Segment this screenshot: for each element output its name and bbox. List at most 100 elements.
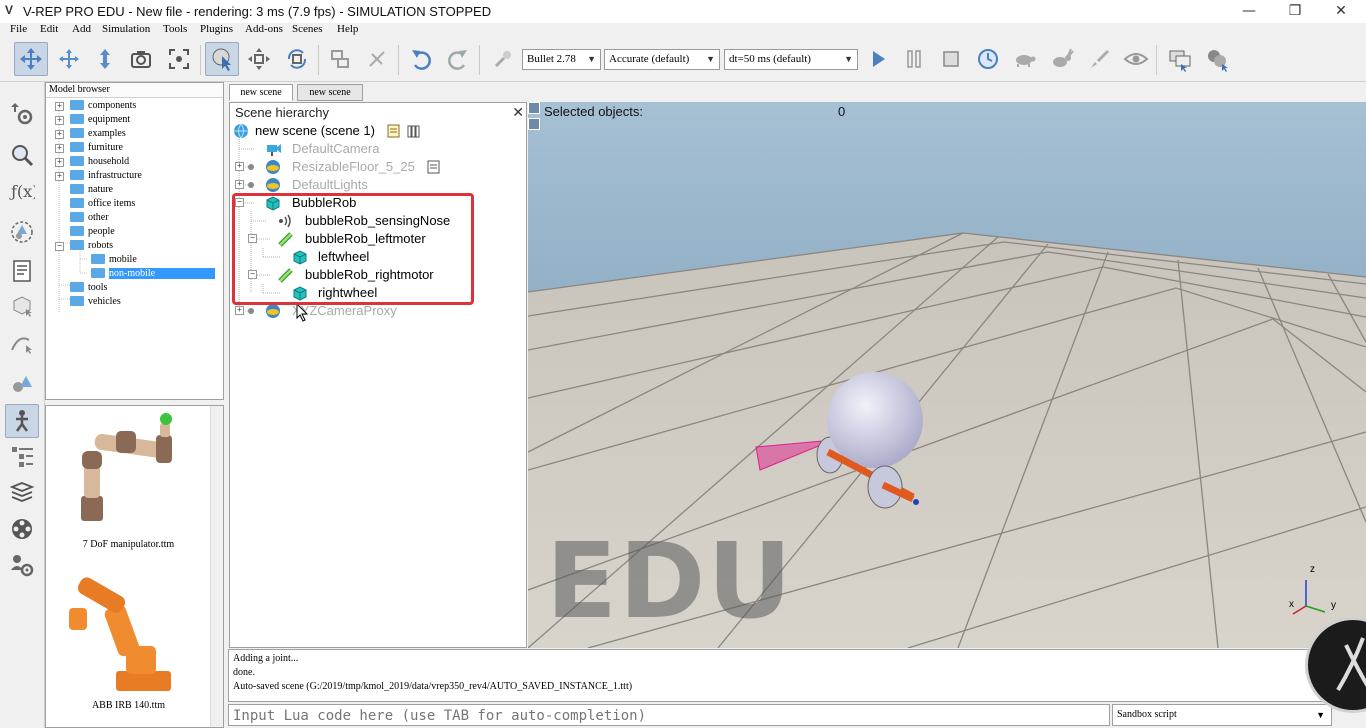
camera-shift-button[interactable] [88, 42, 122, 76]
menu-addons[interactable]: Add-ons [245, 23, 283, 35]
script-target-select[interactable]: Sandbox script ▼ [1112, 704, 1332, 726]
thumbnail-abb-irb-140[interactable] [61, 566, 191, 696]
thumbnails-scrollbar[interactable] [210, 406, 223, 727]
object-rotate-button[interactable] [280, 42, 314, 76]
threaded-rendering-button[interactable] [1083, 42, 1117, 76]
simulation-settings-button[interactable] [5, 96, 39, 130]
folder-infrastructure[interactable]: infrastructure [70, 169, 142, 183]
expand-equipment-icon[interactable]: + [55, 116, 64, 125]
folder-nature[interactable]: nature [70, 183, 113, 197]
scene-viewport[interactable]: Selected objects: 0 z x y EDU [528, 102, 1366, 648]
folder-robots[interactable]: robots [70, 239, 113, 253]
model-browser-toggle-button[interactable] [5, 404, 39, 438]
click-select-button[interactable] [205, 42, 239, 76]
menu-help[interactable]: Help [337, 23, 358, 35]
video-recorder-button[interactable] [5, 512, 39, 546]
expand-household-icon[interactable]: + [55, 158, 64, 167]
transfer-dna-button[interactable] [360, 42, 394, 76]
slower-button[interactable] [1008, 42, 1042, 76]
folder-equipment[interactable]: equipment [70, 113, 130, 127]
folder-furniture[interactable]: furniture [70, 141, 123, 155]
calculation-modules-button[interactable]: ƒ(x) [5, 174, 39, 208]
camera-pan-button[interactable] [14, 42, 48, 76]
model-base-icon [266, 160, 280, 174]
menu-edit[interactable]: Edit [40, 23, 58, 35]
scene-hierarchy-toggle-button[interactable] [5, 440, 39, 474]
assemble-button[interactable] [323, 42, 357, 76]
folder-mobile[interactable]: mobile [91, 253, 137, 267]
scene-selector-button[interactable] [1200, 42, 1234, 76]
edu-watermark: EDU [546, 520, 794, 642]
scene-object-properties-button[interactable] [5, 138, 39, 172]
accuracy-select[interactable]: Accurate (default) ▼ [604, 49, 720, 70]
folder-vehicles[interactable]: vehicles [70, 295, 121, 309]
minimize-button[interactable]: — [1226, 2, 1272, 22]
menu-add[interactable]: Add [72, 23, 91, 35]
page-menu-icon[interactable] [528, 118, 540, 130]
collapse-robots-icon[interactable]: − [55, 242, 64, 251]
close-window-button[interactable]: ✕ [1318, 2, 1364, 22]
path-edit-button[interactable] [5, 326, 39, 360]
folder-non-mobile[interactable]: non-mobile [91, 267, 216, 281]
menu-file[interactable]: File [10, 23, 27, 35]
expand-lights-icon[interactable]: + [235, 180, 244, 189]
faster-button[interactable] [1045, 42, 1079, 76]
real-time-button[interactable] [971, 42, 1005, 76]
script-page-icon[interactable] [386, 123, 402, 139]
undo-button[interactable] [404, 42, 438, 76]
lua-command-input[interactable] [228, 704, 1110, 726]
folder-tools[interactable]: tools [70, 281, 107, 295]
expand-examples-icon[interactable]: + [55, 130, 64, 139]
user-settings-button[interactable] [5, 548, 39, 582]
menu-scenes[interactable]: Scenes [292, 23, 323, 35]
physics-engine-select[interactable]: Bullet 2.78 ▼ [522, 49, 601, 70]
expand-furniture-icon[interactable]: + [55, 144, 64, 153]
menu-tools[interactable]: Tools [163, 23, 187, 35]
timestep-select[interactable]: dt=50 ms (default) ▼ [724, 49, 858, 70]
folder-examples[interactable]: examples [70, 127, 126, 141]
status-console: Adding a joint... done. Auto-saved scene… [228, 649, 1366, 702]
menu-plugins[interactable]: Plugins [200, 23, 233, 35]
menu-simulation[interactable]: Simulation [102, 23, 150, 35]
folder-office-items[interactable]: office items [70, 197, 135, 211]
shape-edit-button[interactable] [5, 288, 39, 322]
redo-button[interactable] [441, 42, 475, 76]
pointer-icon [212, 48, 231, 71]
maximize-button[interactable]: ❐ [1272, 2, 1318, 22]
scene-tab-1[interactable]: new scene [229, 84, 293, 101]
camera-rotate-button[interactable] [52, 42, 86, 76]
folder-people[interactable]: people [70, 225, 115, 239]
user-gear-icon [11, 555, 34, 577]
script-page-icon[interactable] [426, 159, 442, 175]
script-icon [13, 260, 31, 282]
scripts-button[interactable] [5, 254, 39, 288]
expand-components-icon[interactable]: + [55, 102, 64, 111]
object-shift-button[interactable] [242, 42, 276, 76]
scene-tab-2[interactable]: new scene [297, 84, 363, 101]
pause-simulation-button[interactable] [897, 42, 931, 76]
folder-components[interactable]: components [70, 99, 136, 113]
move-arrows-icon [20, 48, 42, 70]
layers-button[interactable] [5, 475, 39, 509]
model-dot-icon [248, 182, 254, 188]
folder-household[interactable]: household [70, 155, 129, 169]
start-simulation-button[interactable] [861, 42, 895, 76]
stop-simulation-button[interactable] [934, 42, 968, 76]
expand-infrastructure-icon[interactable]: + [55, 172, 64, 181]
fit-to-view-button[interactable] [162, 42, 196, 76]
view-menu-icon[interactable] [528, 102, 540, 114]
thumbnail-caption-7dof: 7 DoF manipulator.ttm [82, 539, 175, 550]
undo-icon [412, 50, 431, 70]
expand-cameraproxy-icon[interactable]: + [235, 306, 244, 315]
thumbnail-7dof-manipulator[interactable] [66, 411, 186, 536]
object-move-icon [248, 48, 270, 70]
collections-button[interactable] [5, 215, 39, 249]
customization-script-icon[interactable] [406, 123, 422, 139]
visualization-toggle-button[interactable] [1119, 42, 1153, 76]
folder-other[interactable]: other [70, 211, 109, 225]
dynamics-toggle-button[interactable] [486, 42, 520, 76]
expand-floor-icon[interactable]: + [235, 162, 244, 171]
selection-button[interactable] [5, 367, 39, 401]
camera-angle-button[interactable] [124, 42, 158, 76]
page-selector-button[interactable] [1163, 42, 1197, 76]
